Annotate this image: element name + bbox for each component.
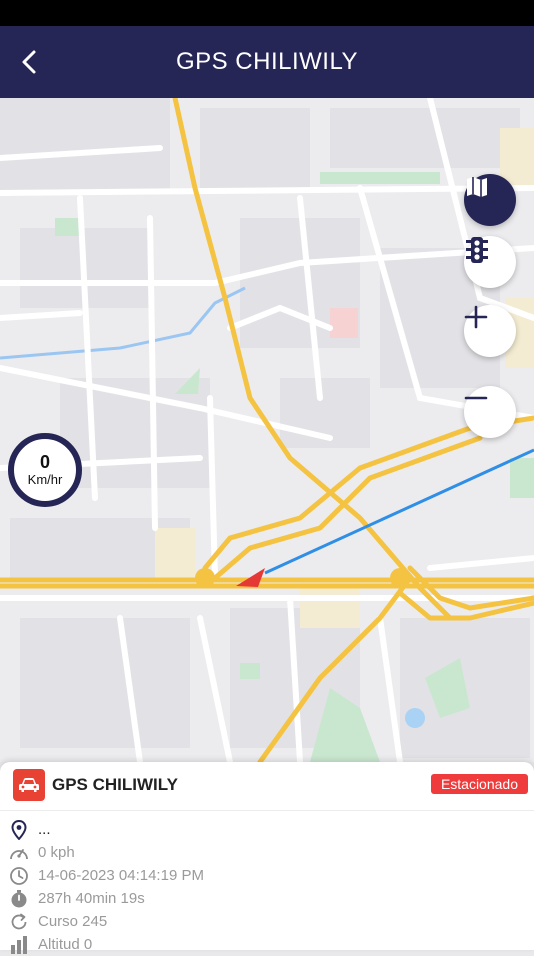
altitude-row: Altitud 0 (0, 933, 534, 956)
map-view[interactable]: 0 Km/hr (0, 98, 534, 762)
course-row: Curso 245 (0, 910, 534, 933)
traffic-layer-button[interactable] (464, 236, 516, 288)
map-icon (467, 177, 487, 197)
clock-icon (9, 866, 29, 886)
zoom-in-button[interactable] (464, 305, 516, 357)
refresh-icon (9, 912, 29, 932)
speed-row: 0 kph (0, 841, 534, 864)
speed-unit: Km/hr (27, 472, 63, 487)
zoom-out-button[interactable] (464, 386, 516, 438)
vehicle-info-panel: GPS CHILIWILY Estacionado ... 0 kph 14-0… (0, 762, 534, 954)
altitude-text: Altitud 0 (38, 936, 93, 953)
speed-text: 0 kph (38, 844, 75, 861)
course-text: Curso 245 (38, 913, 108, 930)
car-icon (13, 769, 45, 801)
timestamp-row: 14-06-2023 04:14:19 PM (0, 864, 534, 887)
map-type-button[interactable] (464, 174, 516, 226)
stopwatch-icon (9, 889, 29, 909)
location-pin-icon (9, 820, 29, 840)
bar-chart-icon (9, 935, 29, 955)
plus-icon (464, 305, 488, 329)
map-canvas (0, 98, 534, 762)
traffic-light-icon (466, 237, 488, 263)
status-bar (0, 0, 534, 26)
address-row: ... (0, 818, 534, 841)
timestamp-text: 14-06-2023 04:14:19 PM (38, 867, 204, 884)
top-navigation-bar: GPS CHILIWILY (0, 26, 534, 98)
duration-text: 287h 40min 19s (38, 890, 145, 907)
unit-name: GPS CHILIWILY (52, 775, 178, 794)
speedometer: 0 Km/hr (8, 433, 82, 507)
address-text: ... (38, 821, 51, 838)
panel-header: GPS CHILIWILY Estacionado (0, 762, 534, 811)
minus-icon (464, 396, 488, 400)
status-badge: Estacionado (430, 774, 528, 794)
info-list: ... 0 kph 14-06-2023 04:14:19 PM 287h 40… (0, 818, 534, 956)
speed-value: 0 (39, 452, 50, 472)
page-title: GPS CHILIWILY (175, 48, 359, 75)
gauge-icon (9, 843, 29, 863)
duration-row: 287h 40min 19s (0, 887, 534, 910)
